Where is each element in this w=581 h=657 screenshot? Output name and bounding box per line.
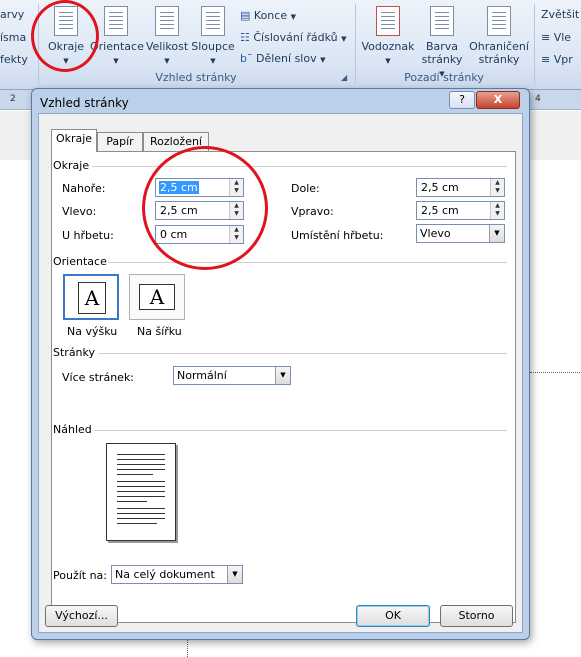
- group-label-page-background: Pozadí stránky: [404, 71, 484, 84]
- columns-button[interactable]: Sloupce ▼: [191, 6, 235, 66]
- page-borders-button[interactable]: Ohraničení stránky: [468, 6, 530, 66]
- bottom-margin-input[interactable]: 2,5 cm ▲ ▼: [416, 178, 505, 197]
- margins-section-label: Okraje: [53, 159, 90, 172]
- ruler-mark: 2: [10, 94, 16, 104]
- page-setup-launcher-icon[interactable]: ◢: [341, 73, 347, 82]
- orientation-section-label: Orientace: [53, 255, 107, 268]
- breaks-icon: ▤: [240, 9, 251, 22]
- hyphenation-icon: b¯: [240, 52, 253, 65]
- right-margin-spinner[interactable]: ▲ ▼: [490, 202, 504, 219]
- page-borders-icon: [487, 6, 511, 36]
- preview-page: [106, 443, 176, 541]
- gutter-position-select[interactable]: Vlevo ▼: [416, 224, 505, 243]
- gutter-label: U hřbetu:: [62, 229, 114, 242]
- right-margin-input[interactable]: 2,5 cm ▲ ▼: [416, 201, 505, 220]
- bottom-margin-label: Dole:: [291, 182, 320, 195]
- orientation-icon: [104, 6, 128, 36]
- page-color-icon: [430, 6, 454, 36]
- line-numbers-icon: ☷: [240, 31, 250, 44]
- page-setup-dialog: Vzhled stránky ? X Okraje Papír Rozložen…: [31, 88, 530, 640]
- bottom-margin-spinner[interactable]: ▲ ▼: [490, 179, 504, 196]
- close-button[interactable]: X: [476, 91, 520, 109]
- ruler-mark: 4: [535, 94, 541, 104]
- default-button[interactable]: Výchozí...: [45, 605, 118, 627]
- multiple-pages-label: Více stránek:: [62, 371, 135, 384]
- ribbon-item-right-indent[interactable]: ≡ Vpr: [541, 53, 573, 66]
- portrait-option[interactable]: A: [63, 274, 119, 320]
- dialog-title: Vzhled stránky: [40, 96, 129, 110]
- annotation-circle: [31, 0, 99, 72]
- ribbon-item-colors[interactable]: arvy: [0, 8, 24, 21]
- ok-button[interactable]: OK: [356, 605, 430, 627]
- tab-paper[interactable]: Papír: [97, 132, 143, 151]
- gutter-position-label: Umístění hřbetu:: [291, 229, 384, 242]
- indent-right-icon: ≡: [541, 53, 551, 66]
- portrait-page-icon: A: [78, 282, 106, 314]
- chevron-down-icon[interactable]: ▼: [227, 566, 242, 583]
- ribbon-item-effects[interactable]: fekty: [0, 53, 28, 66]
- help-icon: ?: [459, 93, 465, 106]
- indent-left-icon: ≡: [541, 31, 551, 44]
- size-icon: [155, 6, 179, 36]
- group-label-page-setup: Vzhled stránky: [155, 71, 237, 84]
- page-margin-guide: [530, 372, 580, 373]
- close-icon: X: [493, 93, 503, 106]
- columns-icon: [201, 6, 225, 36]
- landscape-page-icon: A: [139, 284, 175, 310]
- pages-section-label: Stránky: [53, 346, 96, 359]
- tab-margins[interactable]: Okraje: [51, 129, 97, 152]
- ribbon-item-fonts[interactable]: ísma: [0, 31, 26, 44]
- ribbon-item-left-indent[interactable]: ≡ Vle: [541, 31, 571, 44]
- preview-section-label: Náhled: [53, 423, 92, 436]
- ribbon-item-indent[interactable]: Zvětšit: [541, 8, 579, 21]
- annotation-circle: [142, 146, 268, 270]
- size-button[interactable]: Velikost ▼: [144, 6, 190, 66]
- landscape-option[interactable]: A: [129, 274, 185, 320]
- chevron-down-icon[interactable]: ▼: [275, 367, 290, 384]
- tab-panel-margins: [51, 151, 516, 623]
- landscape-label: Na šířku: [137, 325, 182, 338]
- portrait-label: Na výšku: [67, 325, 118, 338]
- chevron-down-icon[interactable]: ▼: [489, 225, 504, 242]
- line-numbers-button[interactable]: ☷ Číslování řádků ▼: [240, 31, 347, 44]
- apply-to-label: Použít na:: [53, 569, 108, 582]
- cancel-button[interactable]: Storno: [440, 605, 513, 627]
- apply-to-select[interactable]: Na celý dokument ▼: [111, 565, 243, 584]
- top-margin-label: Nahoře:: [62, 182, 106, 195]
- breaks-button[interactable]: ▤ Konce ▼: [240, 9, 296, 22]
- page-margin-guide-vertical: [187, 640, 188, 657]
- help-button[interactable]: ?: [449, 91, 475, 109]
- watermark-button[interactable]: Vodoznak ▼: [360, 6, 416, 66]
- watermark-icon: [376, 6, 400, 36]
- left-margin-label: Vlevo:: [62, 205, 97, 218]
- multiple-pages-select[interactable]: Normální ▼: [173, 366, 291, 385]
- right-margin-label: Vpravo:: [291, 205, 334, 218]
- hyphenation-button[interactable]: b¯ Dělení slov ▼: [240, 52, 326, 65]
